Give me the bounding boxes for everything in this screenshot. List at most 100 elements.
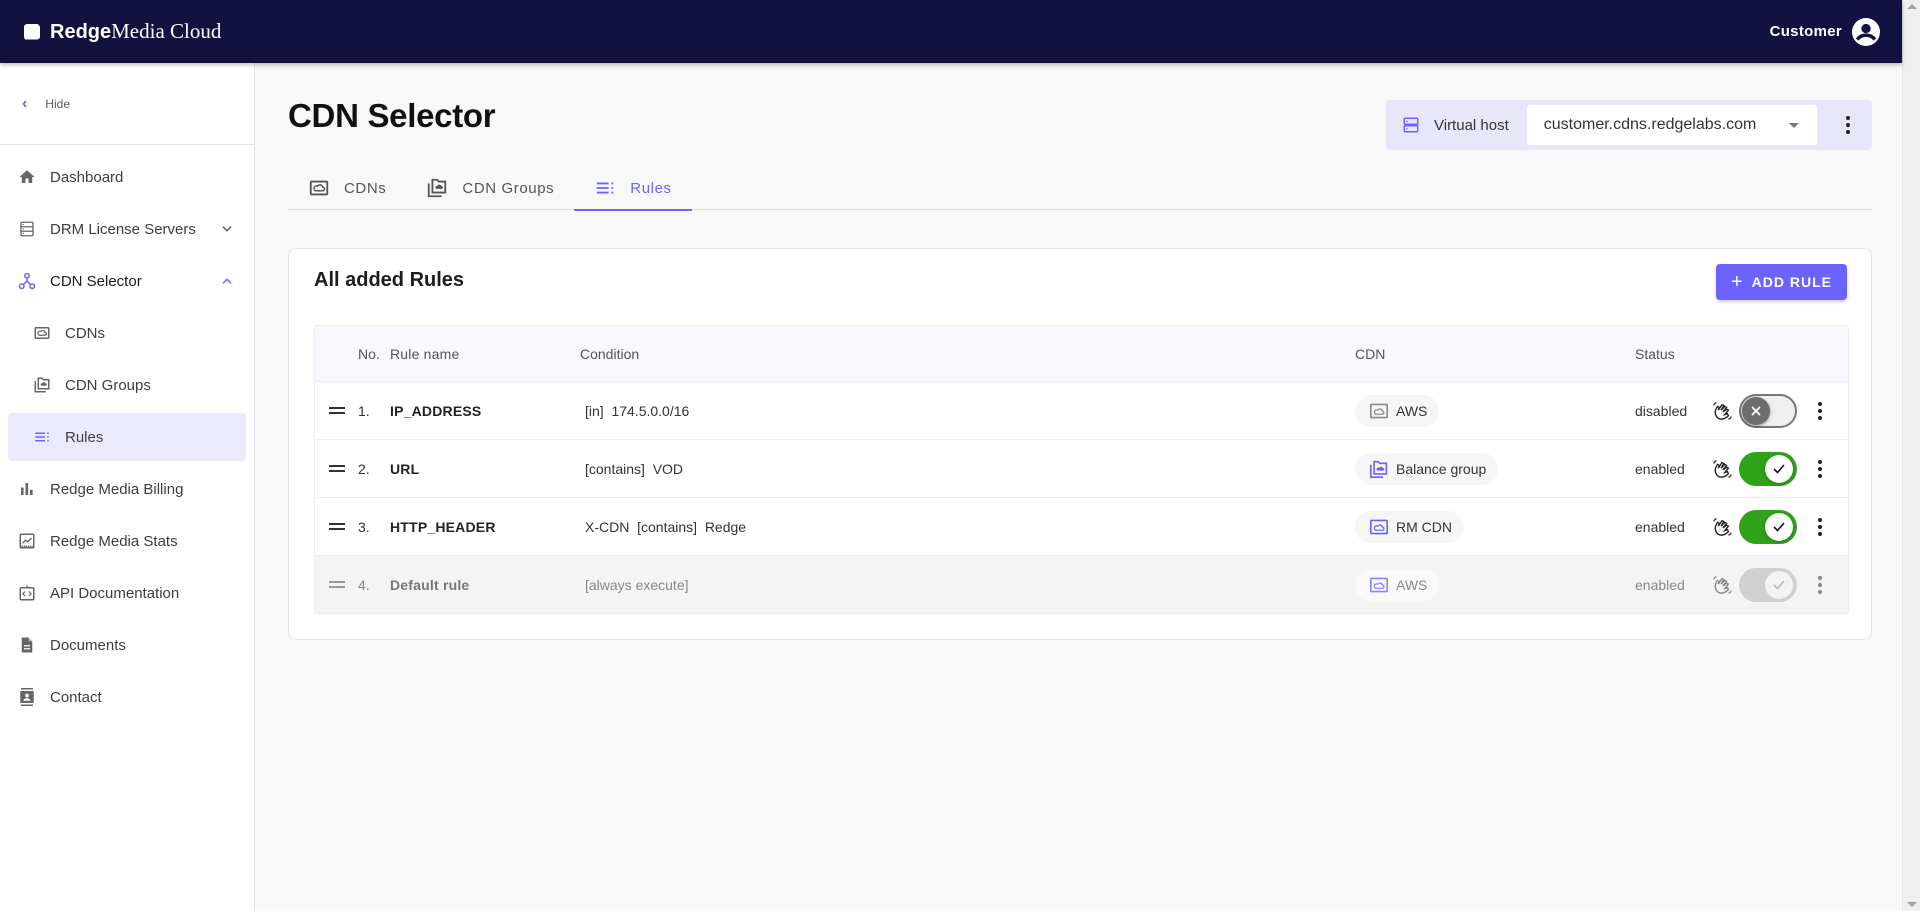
sidebar-item-drm-license-servers[interactable]: DRM License Servers <box>0 203 254 255</box>
virtual-host-select[interactable]: customer.cdns.redgelabs.com <box>1526 105 1817 145</box>
rule-enabled-toggle[interactable] <box>1739 509 1797 544</box>
cdn-name: AWS <box>1396 576 1428 593</box>
brand-name-rest: Media Cloud <box>111 19 222 43</box>
cloud-box-icon <box>33 324 51 342</box>
scroll-down-arrow-icon[interactable] <box>1907 902 1917 907</box>
sidebar-item-cdn-selector[interactable]: CDN Selector <box>0 255 254 307</box>
hand-wave-icon <box>1713 575 1732 594</box>
rule-condition: [contains] VOD <box>585 460 684 477</box>
virtual-host-value: customer.cdns.redgelabs.com <box>1543 116 1757 133</box>
virtual-host-more-button[interactable] <box>1839 115 1857 135</box>
cdn-name: Balance group <box>1396 460 1487 477</box>
scroll-up-arrow-icon[interactable] <box>1907 4 1917 9</box>
brand-name: RedgeMedia Cloud <box>50 19 221 44</box>
cdn-chip[interactable]: Balance group <box>1355 452 1499 485</box>
sidebar-item-redge-media-stats[interactable]: Redge Media Stats <box>0 515 254 567</box>
vertical-scrollbar[interactable] <box>1902 0 1920 911</box>
document-icon <box>18 636 36 654</box>
virtual-host-label: Virtual host <box>1434 116 1509 134</box>
sidebar-item-label: CDN Groups <box>65 376 151 394</box>
hand-wave-icon[interactable] <box>1711 516 1733 538</box>
cdn-name: AWS <box>1396 402 1428 419</box>
cloud-box-icon <box>1370 403 1388 418</box>
rule-condition: [always execute] <box>585 576 689 593</box>
hand-wave-icon[interactable] <box>1711 458 1733 480</box>
stats-chart-icon <box>18 532 36 550</box>
sidebar-item-contact[interactable]: Contact <box>0 671 254 723</box>
cloud-box-icon <box>1370 577 1388 592</box>
column-header-status: Status <box>1635 345 1675 362</box>
virtual-host-bar: Virtual host customer.cdns.redgelabs.com <box>1386 100 1872 150</box>
drag-handle-icon <box>328 407 345 414</box>
more-vert-icon <box>1845 116 1850 120</box>
card-title: All added Rules <box>314 269 465 291</box>
cdn-chip[interactable]: AWS <box>1355 394 1440 427</box>
rule-condition: X-CDN [contains] Redge <box>585 518 747 535</box>
check-icon <box>1765 454 1793 483</box>
status-label: enabled <box>1635 518 1685 535</box>
row-more-button[interactable] <box>1815 516 1825 538</box>
drag-handle[interactable] <box>315 523 358 530</box>
drag-handle[interactable] <box>315 407 358 414</box>
tab-bar: CDNs CDN Groups Rules <box>288 166 1872 211</box>
rules-card: All added Rules + ADD RULE No. Rule name… <box>288 248 1872 640</box>
drag-handle <box>315 581 358 588</box>
user-menu[interactable]: Customer <box>1770 17 1880 46</box>
cloud-folder-icon <box>428 178 447 198</box>
sidebar-item-documents[interactable]: Documents <box>0 619 254 671</box>
tab-rules[interactable]: Rules <box>574 166 692 211</box>
tab-cdns[interactable]: CDNs <box>288 166 406 210</box>
row-more-button[interactable] <box>1815 574 1825 596</box>
hub-icon <box>18 272 36 290</box>
server-list-icon <box>18 220 36 238</box>
cdn-chip[interactable]: RM CDN <box>1355 510 1464 543</box>
tab-label: Rules <box>630 179 672 197</box>
chevron-left-icon: ‹ <box>22 94 28 112</box>
sidebar-item-rules[interactable]: Rules <box>8 413 246 461</box>
sidebar-item-label: Dashboard <box>50 168 124 186</box>
cloud-folder-icon <box>1370 460 1388 478</box>
more-vert-icon <box>1818 517 1822 522</box>
column-header-rule-name: Rule name <box>390 345 460 362</box>
drag-handle[interactable] <box>315 465 358 472</box>
rule-name: IP_ADDRESS <box>390 402 482 419</box>
rule-condition: [in] 174.5.0.0/16 <box>585 402 690 419</box>
sidebar-item-api-documentation[interactable]: API Documentation <box>0 567 254 619</box>
rules-table: No. Rule name Condition CDN Status 1. IP… <box>314 325 1849 614</box>
chevron-down-icon <box>222 226 232 232</box>
sidebar-item-dashboard[interactable]: Dashboard <box>0 151 254 203</box>
more-vert-icon <box>1818 459 1822 464</box>
hide-sidebar-button[interactable]: ‹ Hide <box>0 63 254 145</box>
table-row[interactable]: 1. IP_ADDRESS [in] 174.5.0.0/16 AWS disa… <box>314 382 1849 440</box>
server-icon <box>1403 117 1419 133</box>
cloud-folder-icon <box>33 376 51 394</box>
brand-logo-link[interactable]: RedgeMedia Cloud <box>24 19 221 44</box>
table-row-default[interactable]: 4. Default rule [always execute] AWS ena… <box>314 556 1849 614</box>
add-rule-button[interactable]: + ADD RULE <box>1716 264 1847 300</box>
account-circle-icon <box>1852 17 1880 46</box>
drag-handle-icon <box>328 465 345 472</box>
column-header-cdn: CDN <box>1355 345 1386 362</box>
cloud-box-icon <box>309 180 329 196</box>
rule-enabled-toggle[interactable] <box>1739 451 1797 486</box>
status-label: enabled <box>1635 576 1685 593</box>
page-title: CDN Selector <box>288 97 496 134</box>
sidebar-item-cdn-groups[interactable]: CDN Groups <box>0 359 254 411</box>
tab-cdn-groups[interactable]: CDN Groups <box>406 166 574 210</box>
table-row[interactable]: 3. HTTP_HEADER X-CDN [contains] Redge RM… <box>314 498 1849 556</box>
table-row[interactable]: 2. URL [contains] VOD Balance group enab… <box>314 440 1849 498</box>
sidebar-item-label: Rules <box>65 428 104 446</box>
sidebar-item-cdns[interactable]: CDNs <box>0 307 254 359</box>
contact-card-icon <box>18 688 36 706</box>
column-header-no: No. <box>358 345 380 362</box>
sidebar-item-redge-media-billing[interactable]: Redge Media Billing <box>0 463 254 515</box>
rule-enabled-toggle[interactable] <box>1739 393 1797 428</box>
row-more-button[interactable] <box>1815 400 1825 422</box>
brand-logo-icon <box>24 23 40 40</box>
rule-number: 2. <box>358 460 370 477</box>
row-more-button[interactable] <box>1815 458 1825 480</box>
hand-wave-icon[interactable] <box>1711 400 1733 422</box>
cdn-chip[interactable]: AWS <box>1355 568 1440 601</box>
sidebar-item-label: Redge Media Billing <box>50 480 184 498</box>
chevron-up-icon <box>222 278 232 284</box>
